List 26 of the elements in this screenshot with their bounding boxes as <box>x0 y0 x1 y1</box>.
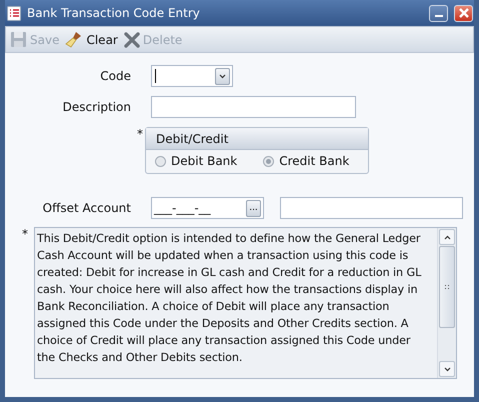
brush-icon <box>65 31 84 48</box>
code-dropdown[interactable] <box>151 65 233 87</box>
scrollbar[interactable] <box>437 228 456 378</box>
chevron-up-icon <box>444 234 450 240</box>
window-title: Bank Transaction Code Entry <box>27 6 201 20</box>
description-field[interactable] <box>151 96 356 118</box>
close-icon <box>458 8 468 18</box>
cross-icon <box>124 32 140 48</box>
chevron-down-icon <box>444 366 450 372</box>
browse-button[interactable]: ... <box>246 200 261 216</box>
note-text: This Debit/Credit option is intended to define how the General Ledger Cash Account will be updated when a transaction using this code is created: Debit for increase in GL cash and Credit for a reduction in GL cash. Your choice here will also affect how the transactions display in Bank Reconciliation. A choice of Debit will place any transaction assigned this Code under the Deposits and Other Credits section. A choice of Credit will place any transaction assigned this Code under the Checks and Other Debits section. <box>36 231 422 366</box>
clear-button[interactable]: Clear <box>63 30 120 49</box>
masked-value: ___-___-__ <box>154 201 211 215</box>
group-title: Debit/Credit <box>156 132 228 146</box>
field-label: Description <box>62 100 131 114</box>
close-button[interactable] <box>454 4 473 22</box>
required-mark: * <box>137 127 143 141</box>
account-name-field[interactable] <box>280 197 463 219</box>
required-mark: * <box>22 227 28 241</box>
list-icon <box>7 6 21 20</box>
offset-account-field[interactable]: ___-___-__ ... <box>151 197 264 219</box>
minimize-button[interactable] <box>429 4 448 22</box>
grip-icon <box>444 284 450 290</box>
field-label: Offset Account <box>42 201 131 215</box>
chevron-down-icon <box>219 74 226 78</box>
field-label: Code <box>99 69 131 83</box>
